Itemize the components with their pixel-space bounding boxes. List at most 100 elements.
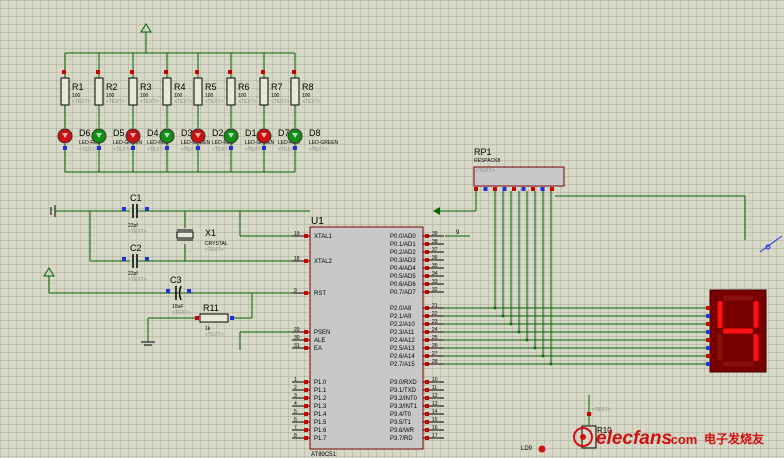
r10-text: <TEXT> <box>592 407 611 413</box>
resistor-text: <TEXT> <box>72 99 91 105</box>
u1-pin-name: P3.0/RXD <box>390 380 417 386</box>
u1-pin-num: 37 <box>432 247 438 253</box>
u1-pin-name: XTAL1 <box>314 234 333 240</box>
resistor-pack-rp1[interactable]: RP1 RESPACK8 <TEXT> <box>433 147 746 366</box>
led-text: <TEXT> <box>212 147 231 153</box>
u1-ref: U1 <box>311 216 324 227</box>
resistor-text: <TEXT> <box>205 99 224 105</box>
u1-pin-name: PSEN <box>314 330 330 336</box>
u1-pin-name: P2.4/A12 <box>390 338 415 344</box>
u1-pin-name: P1.7 <box>314 436 327 442</box>
u1-pin-name: P1.2 <box>314 396 327 402</box>
u1-part: AT89C51 <box>311 452 337 458</box>
capacitor-c1[interactable]: C1 22pf <TEXT> <box>122 193 149 235</box>
segment-e <box>717 334 723 361</box>
resistor-ref: R8 <box>302 82 314 92</box>
u1-pin-name: XTAL2 <box>314 259 333 265</box>
u1-pin-name: P3.6/WR <box>390 428 415 434</box>
led-channel: R4100<TEXT>D3LED-GREEN<TEXT> <box>159 53 211 172</box>
u1-pin-name: P1.6 <box>314 428 327 434</box>
resistor-ref: R4 <box>174 82 186 92</box>
rp1-power-arrow <box>433 207 440 215</box>
led-ref: D8 <box>309 128 321 138</box>
segment-d <box>723 361 753 367</box>
u1-pin-name: P2.5/A13 <box>390 346 415 352</box>
led-bank: R1100<TEXT>D6LED-RED<TEXT>R2100<TEXT>D5L… <box>57 23 339 173</box>
u1-pin-num: 16 <box>432 425 438 431</box>
u1-pin-name: P0.5/AD5 <box>390 274 416 280</box>
resistor-text: <TEXT> <box>238 99 257 105</box>
u1-pin-name: P0.1/AD1 <box>390 242 416 248</box>
led-text: <TEXT> <box>309 147 328 153</box>
led-channel: R8100<TEXT>D8LED-GREEN<TEXT> <box>287 53 339 172</box>
u1-pin-name: P2.2/A10 <box>390 322 415 328</box>
u1-pin-name: P3.7/RD <box>390 436 413 442</box>
u1-pin-name: P0.3/AD3 <box>390 258 416 264</box>
led-label: LED-GREEN <box>309 140 339 146</box>
rp1-text: <TEXT> <box>476 168 495 174</box>
u1-pin-num: 8 <box>294 433 297 439</box>
u1-pin-num: 29 <box>294 327 300 333</box>
u1-pin-name: P0.7/AD7 <box>390 290 416 296</box>
u1-pin-num: 5 <box>294 409 297 415</box>
resistor-ref: R1 <box>72 82 84 92</box>
u1-pin-num: 39 <box>432 231 438 237</box>
u1-pin-name: P3.5/T1 <box>390 420 412 426</box>
resistor-text: <TEXT> <box>174 99 193 105</box>
resistor-ref: R5 <box>205 82 217 92</box>
led-d8[interactable]: D8 LED-GREEN<TEXT> <box>287 128 339 153</box>
u1-pin-name: P0.0/AD0 <box>390 234 416 240</box>
ground-symbol-reset <box>141 341 155 346</box>
led-text: <TEXT> <box>245 147 264 153</box>
u1-pin-name: P1.3 <box>314 404 327 410</box>
u1-pin-name: P3.2/INT0 <box>390 396 418 402</box>
net-label-9: 9 <box>456 230 460 236</box>
probe-icon <box>759 235 783 253</box>
u1-pin-num: 13 <box>432 401 438 407</box>
u1-pin-name: P3.4/T0 <box>390 412 412 418</box>
u1-pin-num: 15 <box>432 417 438 423</box>
crystal-section: C1 22pf <TEXT> C2 22pf <TEXT> X1 CRYSTAL… <box>50 193 310 283</box>
u1-pin-name: P1.1 <box>314 388 327 394</box>
u1-pin-num: 24 <box>432 327 438 333</box>
circuit-schematic: R1100<TEXT>D6LED-RED<TEXT>R2100<TEXT>D5L… <box>43 23 783 458</box>
resistor-ref: R7 <box>271 82 283 92</box>
u1-pin-name: P1.0 <box>314 380 327 386</box>
led-channel: R5100<TEXT>D2LED-RED<TEXT> <box>190 53 234 172</box>
resistor-ref: R2 <box>106 82 118 92</box>
led-ref: D5 <box>113 128 125 138</box>
c3-ref: C3 <box>170 275 182 285</box>
u1-pin-num: 21 <box>432 303 438 309</box>
power-arrow[interactable] <box>140 23 152 53</box>
u1-pin-num: 34 <box>432 271 438 277</box>
u1-pin-name: P2.1/A9 <box>390 314 412 320</box>
segment-a <box>723 295 753 301</box>
led-ref: D6 <box>79 128 91 138</box>
u1-pin-name: P1.5 <box>314 420 327 426</box>
u1-pin-name: ALE <box>314 338 325 344</box>
u1-pin-num: 26 <box>432 343 438 349</box>
u1-pin-num: 1 <box>294 377 297 383</box>
led-channel: R3100<TEXT>D4LED-RED<TEXT> <box>125 53 169 172</box>
ground-symbol <box>50 205 56 217</box>
watermark-cn: 电子发烧友 <box>704 431 764 446</box>
u1-pin-num: 14 <box>432 409 438 415</box>
reset-power-arrow <box>43 267 55 277</box>
c2-text: <TEXT> <box>128 277 147 283</box>
led-text: <TEXT> <box>113 147 132 153</box>
u1-pin-name: P2.3/A11 <box>390 330 415 336</box>
partial-led: LD9 <box>521 445 546 453</box>
u1-pin-num: 17 <box>432 433 438 439</box>
u1-pin-num: 6 <box>294 417 297 423</box>
capacitor-c3[interactable]: C3 10uF <TEXT> <box>166 275 191 316</box>
u1-microcontroller[interactable]: U1 AT89C51 19 XTAL118 XTAL29 RST29 PSEN30 ALE… <box>292 216 470 458</box>
c3-text: <TEXT> <box>172 310 191 316</box>
u1-pin-num: 35 <box>432 263 438 269</box>
u1-pin-num: 30 <box>294 335 300 341</box>
led-text: <TEXT> <box>79 147 98 153</box>
resistor-r11[interactable]: R11 1k <TEXT> <box>195 303 234 338</box>
u1-pin-num: 31 <box>294 343 300 349</box>
u1-pin-num: 11 <box>432 385 437 391</box>
capacitor-c2[interactable]: C2 22pf <TEXT> <box>122 243 149 283</box>
resistor-text: <TEXT> <box>140 99 159 105</box>
